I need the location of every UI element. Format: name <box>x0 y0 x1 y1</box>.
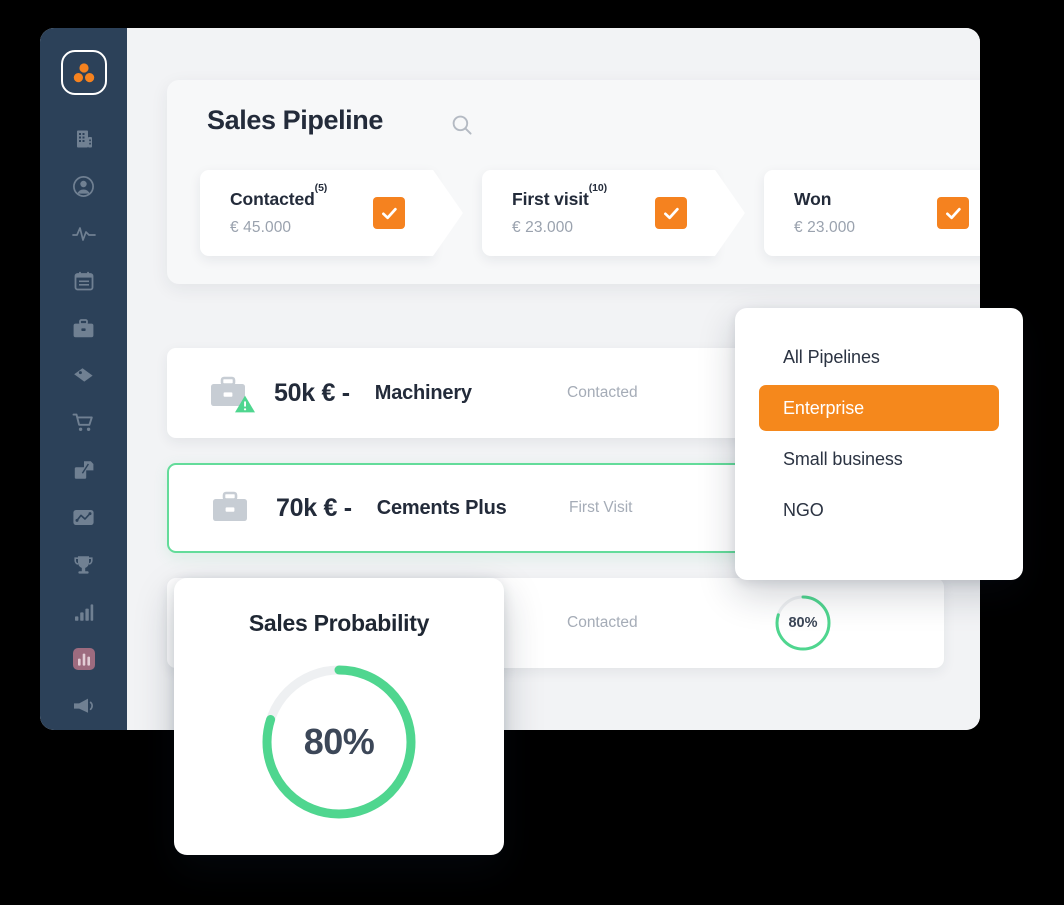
sidebar-item-reports[interactable] <box>62 588 106 635</box>
briefcase-icon <box>73 318 94 337</box>
app-logo[interactable] <box>60 50 107 96</box>
documents-icon <box>74 461 93 479</box>
shopping-cart-icon <box>72 413 93 432</box>
check-icon <box>663 207 679 219</box>
user-circle-icon <box>73 175 94 197</box>
sidebar-item-activity[interactable] <box>62 210 106 257</box>
sidebar-item-contacts[interactable] <box>62 163 106 210</box>
sales-probability-card: Sales Probability 80% <box>174 578 504 855</box>
deal-stage: Contacted <box>567 384 638 401</box>
trophy-icon <box>74 555 93 574</box>
tag-icon <box>74 368 93 382</box>
line-chart-icon <box>73 509 94 525</box>
sidebar-item-goals[interactable] <box>62 541 106 588</box>
sidebar-item-companies[interactable] <box>62 115 106 162</box>
dropdown-item-small-business[interactable]: Small business <box>759 436 999 482</box>
stage-checkbox[interactable] <box>373 197 405 229</box>
sidebar <box>40 28 127 730</box>
deal-icon <box>204 369 255 417</box>
sidebar-item-forecast[interactable] <box>62 494 106 541</box>
megaphone-icon <box>73 698 93 714</box>
check-icon <box>945 207 961 219</box>
sidebar-item-calendar[interactable] <box>62 257 106 304</box>
deal-icon <box>206 484 254 532</box>
sidebar-item-analytics[interactable] <box>62 635 106 682</box>
dropdown-item-all-pipelines[interactable]: All Pipelines <box>759 334 999 380</box>
pipeline-panel: Sales Pipeline Contacted(5) € 45.000 Fir… <box>167 80 980 284</box>
building-icon <box>76 130 92 148</box>
stage-count: (5) <box>314 182 328 195</box>
stage-card-first-visit[interactable]: First visit(10) € 23.000 <box>482 170 715 256</box>
stage-card-contacted[interactable]: Contacted(5) € 45.000 <box>200 170 433 256</box>
pipeline-dropdown-menu: All Pipelines Enterprise Small business … <box>735 308 1023 580</box>
card-title: Sales Probability <box>248 610 430 636</box>
calendar-icon <box>74 271 93 291</box>
stage-count: (10) <box>588 182 607 195</box>
page-title: Sales Pipeline <box>207 105 383 135</box>
sidebar-item-orders[interactable] <box>62 399 106 446</box>
stage-label: Won <box>794 189 832 209</box>
briefcase-icon <box>213 491 247 521</box>
dropdown-item-enterprise[interactable]: Enterprise <box>759 385 999 431</box>
probability-gauge: 80% <box>772 592 834 654</box>
stage-checkbox[interactable] <box>655 197 687 229</box>
deal-amount: 70k € - <box>276 493 352 522</box>
probability-value: 80% <box>303 721 375 762</box>
pipeline-stages: Contacted(5) € 45.000 First visit(10) € … <box>200 170 980 256</box>
deal-stage: Contacted <box>567 614 638 631</box>
search-button[interactable] <box>447 110 477 140</box>
analytics-icon <box>72 648 95 671</box>
three-dots-logo-icon <box>73 63 94 82</box>
sidebar-item-documents[interactable] <box>62 446 106 493</box>
deal-stage: First Visit <box>569 499 633 516</box>
stage-card-won[interactable]: Won € 23.000 <box>764 170 980 256</box>
deal-amount: 50k € - <box>274 378 350 407</box>
gauge-value: 80% <box>788 615 818 631</box>
warning-badge <box>234 394 256 419</box>
screenshot-stage: Sales Pipeline Contacted(5) € 45.000 Fir… <box>0 0 1064 905</box>
activity-icon <box>71 226 96 241</box>
sidebar-item-campaigns[interactable] <box>62 683 106 730</box>
bar-chart-icon <box>74 604 93 621</box>
check-icon <box>381 207 397 219</box>
sidebar-item-products[interactable] <box>62 352 106 399</box>
stage-label: Contacted <box>230 189 315 209</box>
sidebar-item-deals[interactable] <box>62 305 106 352</box>
stage-checkbox[interactable] <box>937 197 969 229</box>
search-icon <box>452 115 472 135</box>
deal-name: Machinery <box>374 381 472 404</box>
sales-probability-donut: 80% <box>256 659 422 825</box>
dropdown-item-ngo[interactable]: NGO <box>759 487 999 533</box>
warning-triangle-icon <box>235 395 255 413</box>
deal-name: Cements Plus <box>376 496 507 519</box>
stage-label: First visit <box>512 189 589 209</box>
